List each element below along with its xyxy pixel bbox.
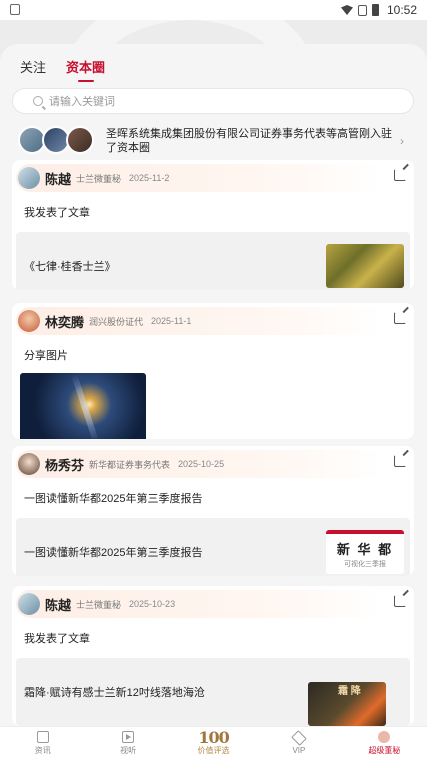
post-date: 2025-10-23 [129,599,176,609]
clock: 10:52 [386,3,417,17]
article-thumbnail: 霜 降 [308,682,386,726]
avatar [66,126,94,154]
value-selection-logo: 100 [198,728,229,747]
chevron-right-icon: › [400,134,404,148]
post-header: 陈越 士兰微董秘 2025-11-2 [16,164,384,192]
news-icon [36,731,49,743]
bottom-nav: 资讯 视听 100 价值评选 VIP 超级董秘 [0,726,427,760]
thumbnail-title: 新 华 都 [336,542,394,557]
post-action: 我发表了文章 [24,207,90,219]
author-role: 士兰微董秘 [76,599,122,610]
nav-label: 超级董秘 [368,746,401,755]
article-thumbnail [326,244,404,288]
battery-icon [372,4,379,16]
search-input[interactable]: 请输入关键词 [12,88,414,114]
app-notification-icon [10,4,20,15]
system-icons [341,4,379,16]
author-role: 润兴股份证代 [89,316,144,327]
post-card[interactable]: 陈越 士兰微董秘 2025-11-2 我发表了文章 《七律·桂香士兰》 [12,160,414,290]
share-icon[interactable] [394,455,406,467]
article-title: 《七律·桂香士兰》 [24,261,116,273]
share-icon[interactable] [394,169,406,181]
post-action: 分享图片 [24,350,68,362]
video-icon [122,731,135,743]
article-thumbnail: 新 华 都 可视化三季报 [326,530,404,574]
post-card[interactable]: 陈越 士兰微董秘 2025-10-23 我发表了文章 霜降·赋诗有感士兰新12吋… [12,586,414,726]
nav-vip[interactable]: VIP [256,727,341,760]
nav-value-selection[interactable]: 100 价值评选 [171,727,256,760]
nav-super-secretary[interactable]: 超级董秘 [342,727,427,760]
notice-text: 圣晖系统集成集团股份有限公司证券事务代表等高管刚入驻了资本圈 [106,128,392,154]
post-header: 林奕腾 润兴股份证代 2025-11-1 [16,307,384,335]
post-date: 2025-11-2 [129,173,170,183]
author-name[interactable]: 陈越 [45,595,71,614]
vip-icon [291,729,307,746]
avatar[interactable] [18,167,40,189]
post-action: 我发表了文章 [24,633,90,645]
avatar[interactable] [18,593,40,615]
author-role: 新华都证券事务代表 [89,459,171,470]
post-date: 2025-10-25 [178,459,225,469]
post-date: 2025-11-1 [151,316,192,326]
tab-follow[interactable]: 关注 [20,57,46,82]
thumbnail-subtitle: 可视化三季报 [344,561,386,568]
search-placeholder: 请输入关键词 [49,96,115,108]
nav-news[interactable]: 资讯 [0,727,85,760]
article-title: 一图读懂新华都2025年第三季度报告 [24,547,203,559]
status-bar: 10:52 [0,0,427,20]
author-name[interactable]: 陈越 [45,169,71,188]
avatar[interactable] [18,310,40,332]
post-header: 陈越 士兰微董秘 2025-10-23 [16,590,384,618]
author-name[interactable]: 杨秀芬 [45,455,84,474]
post-action: 一图读懂新华都2025年第三季度报告 [24,493,203,505]
article-link[interactable]: 一图读懂新华都2025年第三季度报告 新 华 都 可视化三季报 [16,518,410,576]
search-icon [33,96,43,106]
article-link[interactable]: 《七律·桂香士兰》 [16,232,410,290]
author-role: 士兰微董秘 [76,173,122,184]
post-card[interactable]: 林奕腾 润兴股份证代 2025-11-1 分享图片 [12,303,414,439]
shared-image[interactable] [20,373,146,439]
tab-capital-circle[interactable]: 资本圈 [66,57,105,82]
super-secretary-icon [378,731,391,743]
thumbnail-text: 霜 降 [338,686,361,697]
share-icon[interactable] [394,312,406,324]
notice-avatars [12,126,94,156]
article-title: 霜降·赋诗有感士兰新12吋线落地海沧 [24,687,205,699]
share-icon[interactable] [394,595,406,607]
nav-label: 价值评选 [197,746,230,755]
article-link[interactable]: 霜降·赋诗有感士兰新12吋线落地海沧 霜 降 [16,658,410,726]
tab-bar: 关注 资本圈 [20,57,105,82]
wifi-icon [341,5,353,15]
avatar[interactable] [18,453,40,475]
main-panel: 关注 资本圈 请输入关键词 圣晖系统集成集团股份有限公司证券事务代表等高管刚入驻… [0,44,427,726]
post-header: 杨秀芬 新华都证券事务代表 2025-10-25 [16,450,384,478]
nav-label: VIP [292,745,306,755]
nav-label: 视听 [120,746,137,755]
post-card[interactable]: 杨秀芬 新华都证券事务代表 2025-10-25 一图读懂新华都2025年第三季… [12,446,414,576]
nav-label: 资讯 [34,746,51,755]
author-name[interactable]: 林奕腾 [45,312,84,331]
sim-icon [358,4,367,16]
nav-video[interactable]: 视听 [85,727,170,760]
join-notice[interactable]: 圣晖系统集成集团股份有限公司证券事务代表等高管刚入驻了资本圈 › [12,124,414,158]
